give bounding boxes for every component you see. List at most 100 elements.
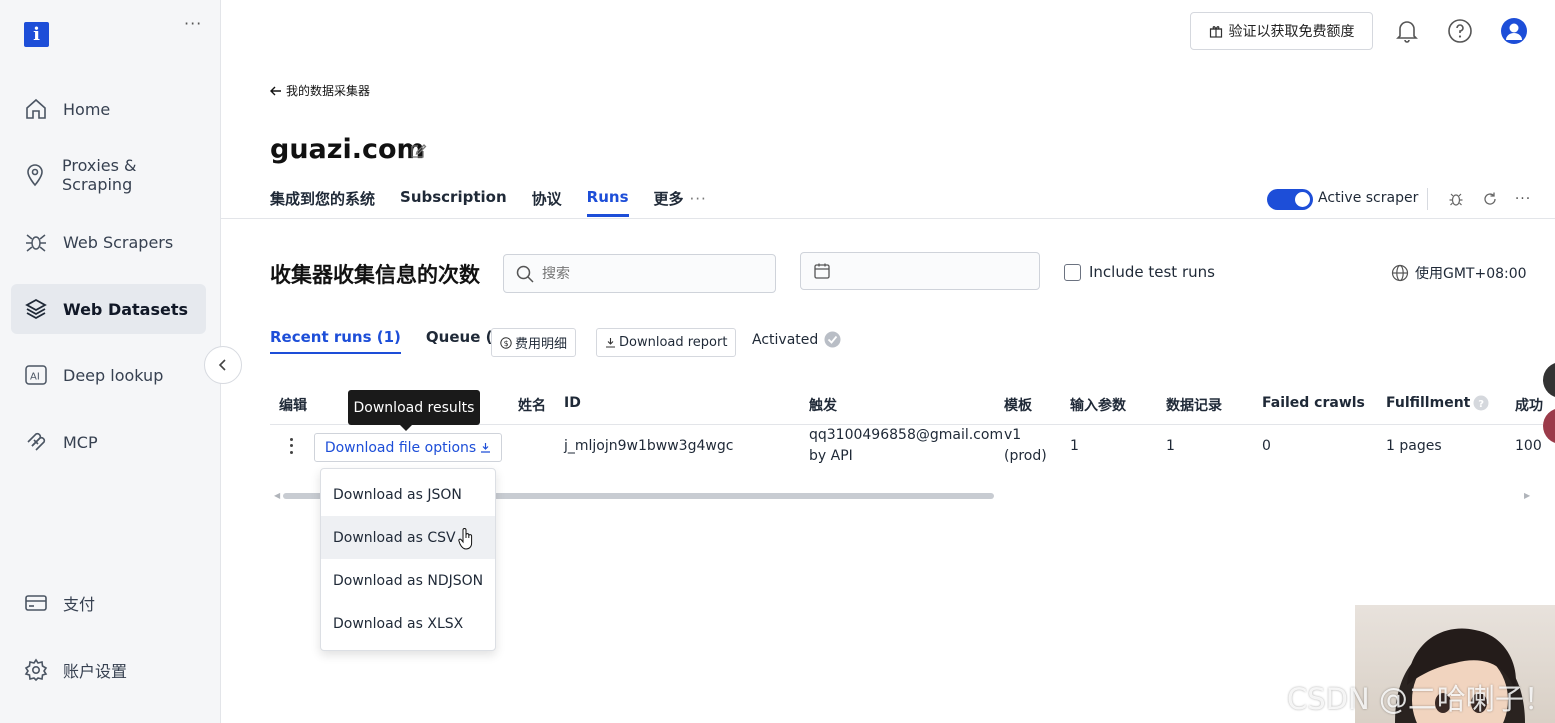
sidebar-more-icon[interactable]: ··· [184, 14, 202, 33]
cost-details-label: 费用明细 [515, 337, 568, 352]
app-root: i ··· Home Proxies & Scraping Web Scrape… [0, 0, 1555, 723]
input-params-value: 1 [1070, 438, 1079, 454]
failed-crawls-value: 0 [1262, 438, 1271, 454]
active-scraper-toggle[interactable] [1267, 189, 1313, 210]
include-test-runs-checkbox[interactable] [1064, 264, 1081, 281]
download-file-options-label: Download file options [324, 439, 477, 456]
verify-button-label: 验证以获取免费额度 [1228, 24, 1355, 40]
trigger-source: by API [809, 448, 853, 464]
sidebar-item-label: Web Scrapers [63, 232, 174, 252]
sidebar-collapse-button[interactable] [204, 346, 242, 384]
fulfillment-value: 1 pages [1386, 438, 1442, 454]
home-icon [23, 96, 49, 122]
row-actions-menu-icon[interactable] [286, 436, 296, 456]
sidebar-item-proxies[interactable]: Proxies & Scraping [11, 150, 206, 200]
runs-search [503, 254, 776, 293]
csdn-watermark: CSDN @二哈喇子！ [1287, 682, 1553, 716]
bell-icon[interactable] [1390, 14, 1424, 48]
more-options-icon[interactable]: ··· [1514, 190, 1532, 208]
chevron-left-icon [218, 359, 226, 371]
run-id[interactable]: j_mljojn9w1bww3g4wgc [564, 438, 733, 454]
download-file-options-button[interactable]: Download file options [314, 433, 502, 462]
column-header-records: 数据记录 [1166, 398, 1222, 414]
calendar-icon [814, 263, 830, 279]
svg-text:?: ? [1479, 399, 1485, 410]
download-json-option[interactable]: Download as JSON [321, 473, 495, 516]
refresh-icon[interactable] [1481, 190, 1499, 208]
cost-details-button[interactable]: $ 费用明细 [491, 328, 577, 357]
hand-cursor-icon [458, 528, 474, 554]
svg-text:$: $ [504, 339, 509, 348]
back-to-scrapers-link[interactable]: 我的数据采集器 [270, 82, 370, 99]
location-pin-icon [23, 162, 48, 188]
template-version: v1 [1004, 427, 1022, 443]
globe-icon [1391, 264, 1409, 282]
gift-icon [1209, 26, 1222, 38]
activated-status: Activated [752, 331, 841, 348]
edge-avatar[interactable] [1543, 362, 1555, 398]
column-header-failed-crawls: Failed crawls [1262, 395, 1365, 411]
help-icon[interactable] [1443, 14, 1477, 48]
download-xlsx-option[interactable]: Download as XLSX [321, 602, 495, 645]
page-tabs: 集成到您的系统 Subscription 协议 Runs 更多 ··· [270, 188, 707, 217]
sidebar-item-home[interactable]: Home [11, 84, 206, 134]
arrow-left-icon [270, 86, 281, 95]
check-circle-icon [824, 331, 841, 348]
dollar-circle-icon: $ [500, 336, 512, 349]
tab-subscription[interactable]: Subscription [400, 188, 507, 217]
more-dots-icon: ··· [689, 189, 707, 208]
download-results-tooltip: Download results [348, 390, 480, 431]
download-icon [606, 338, 615, 348]
timezone-label: 使用GMT+08:00 [1415, 266, 1527, 282]
column-header-fulfillment: Fulfillment ? [1386, 395, 1489, 411]
scroll-right-arrow[interactable]: ▶ [1524, 491, 1530, 500]
spider-icon [23, 229, 49, 255]
column-header-edit: 编辑 [279, 398, 307, 414]
trigger-email: qq3100496858@gmail.com [809, 427, 1004, 443]
sidebar-item-payment[interactable]: 支付 [11, 578, 206, 628]
settings-icon [23, 657, 49, 683]
sidebar-item-account-settings[interactable]: 账户设置 [11, 645, 206, 695]
sidebar-item-web-scrapers[interactable]: Web Scrapers [11, 217, 206, 267]
tabs-divider [221, 218, 1555, 219]
tab-more-label: 更多 [653, 190, 684, 208]
sidebar-item-mcp[interactable]: MCP [11, 417, 206, 467]
tab-runs[interactable]: Runs [586, 188, 629, 217]
date-range-picker[interactable] [800, 252, 1040, 290]
svg-text:AI: AI [30, 372, 40, 383]
ai-icon: AI [23, 362, 49, 388]
sidebar-item-label: 账户设置 [63, 662, 128, 681]
bug-icon[interactable] [1447, 190, 1465, 208]
tab-agreement[interactable]: 协议 [532, 188, 562, 217]
help-circle-icon[interactable]: ? [1473, 395, 1489, 411]
records-value: 1 [1166, 438, 1175, 454]
template-env: (prod) [1004, 448, 1047, 464]
toolbar-divider [1427, 188, 1428, 210]
column-header-template: 模板 [1004, 398, 1032, 414]
tab-integration[interactable]: 集成到您的系统 [270, 188, 375, 217]
download-options-menu: Download as JSON Download as CSV Downloa… [320, 468, 496, 651]
mcp-icon [23, 429, 49, 455]
download-report-button[interactable]: Download report [596, 328, 737, 357]
include-test-runs-label: Include test runs [1089, 263, 1215, 281]
sidebar-item-label: Deep lookup [63, 365, 164, 385]
user-avatar[interactable] [1497, 14, 1531, 48]
sidebar-item-label: Home [63, 99, 111, 119]
edit-title-icon[interactable] [409, 142, 427, 164]
scroll-left-arrow[interactable]: ◀ [274, 491, 280, 500]
search-input[interactable] [542, 265, 752, 282]
download-ndjson-option[interactable]: Download as NDJSON [321, 559, 495, 602]
subtab-recent-runs[interactable]: Recent runs (1) [270, 328, 401, 354]
sidebar-item-deep-lookup[interactable]: AI Deep lookup [11, 350, 206, 400]
page-title: guazi.com [270, 134, 425, 165]
timezone-selector[interactable]: 使用GMT+08:00 [1391, 263, 1527, 283]
sidebar-item-label: Proxies & Scraping [61, 156, 137, 194]
verify-free-credit-button[interactable]: 验证以获取免费额度 [1190, 12, 1373, 50]
success-value: 100 [1515, 438, 1542, 454]
sidebar-item-web-datasets[interactable]: Web Datasets [11, 284, 206, 334]
active-scraper-label: Active scraper [1318, 190, 1419, 206]
app-logo[interactable]: i [24, 22, 49, 47]
layers-icon [23, 296, 49, 322]
tab-more[interactable]: 更多 ··· [654, 188, 707, 217]
column-header-trigger: 触发 [809, 398, 837, 414]
